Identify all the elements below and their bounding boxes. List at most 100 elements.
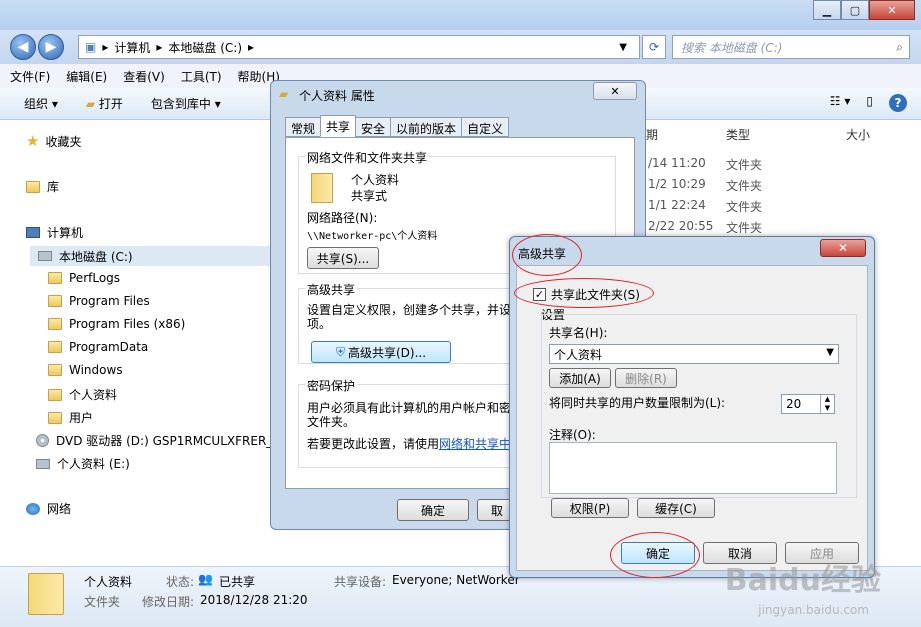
breadcrumb-local-disk[interactable]: 本地磁盘 (C:) <box>168 39 242 56</box>
row-type: 文件夹 <box>726 179 763 193</box>
cache-button[interactable]: 缓存(C) <box>637 498 715 518</box>
tab-general[interactable]: 常规 <box>285 117 322 137</box>
table-row[interactable]: 1/1 22:24 文件夹 <box>648 198 762 214</box>
advanced-sharing-button[interactable]: ⛨ 高级共享(D)... <box>311 341 451 363</box>
advanced-description-2: 项。 <box>307 317 332 331</box>
help-icon[interactable]: ? <box>889 94 907 112</box>
address-sep-icon: ▸ <box>248 40 255 54</box>
close-button[interactable]: ✕ <box>869 0 915 20</box>
view-options-icon[interactable]: ☷ ▾ <box>830 94 851 112</box>
details-state-value: 已共享 <box>219 575 256 589</box>
computer-icon: ▣ <box>85 40 97 54</box>
nav-local-disk[interactable]: 本地磁盘 (C:) <box>30 246 270 266</box>
minimize-button[interactable]: ▁ <box>813 0 841 20</box>
tab-customize[interactable]: 自定义 <box>461 117 510 137</box>
comment-field[interactable] <box>549 442 837 494</box>
table-row[interactable]: 1/2 10:29 文件夹 <box>648 177 762 193</box>
advanced-description: 设置自定义权限，创建多个共享，并设 <box>307 303 512 317</box>
advanced-sharing-body: ✓ 共享此文件夹(S) 设置 共享名(H): 个人资料 ▼ 添加(A) 删除(R… <box>516 265 868 571</box>
folder-icon <box>48 364 62 376</box>
advanced-sharing-label: 高级共享(D)... <box>347 345 427 360</box>
column-type[interactable]: 类型 <box>726 126 750 143</box>
nav-network[interactable]: 网络 <box>26 500 71 517</box>
details-modified-value: 2018/12/28 21:20 <box>200 593 308 607</box>
search-placeholder: 搜索 本地磁盘 (C:) <box>681 40 783 55</box>
share-name-select[interactable]: 个人资料 ▼ <box>549 344 839 364</box>
star-icon: ★ <box>26 132 40 150</box>
nav-folder-program-files-x86[interactable]: Program Files (x86) <box>48 317 185 331</box>
column-size[interactable]: 大小 <box>846 126 870 143</box>
table-row[interactable]: /14 11:20 文件夹 <box>648 156 762 172</box>
nav-folder-users[interactable]: 用户 <box>48 409 93 426</box>
network-icon <box>26 502 40 515</box>
maximize-button[interactable]: ▢ <box>841 0 869 20</box>
tab-security[interactable]: 安全 <box>355 117 392 137</box>
advanced-sharing-title: 高级共享 <box>518 247 567 261</box>
spin-arrows-icon[interactable]: ▲ ▼ <box>820 395 834 413</box>
nav-drive-e[interactable]: 个人资料 (E:) <box>36 455 130 472</box>
folder-icon: ▰ <box>279 87 289 101</box>
nav-dvd-drive[interactable]: DVD 驱动器 (D:) GSP1RMCULXFRER_C <box>36 432 281 449</box>
open-button[interactable]: ▰ 打开 <box>86 95 123 112</box>
chevron-down-icon[interactable]: ▼ <box>619 42 627 53</box>
drive-icon <box>36 458 50 469</box>
ok-button[interactable]: 确定 <box>397 499 469 521</box>
column-date[interactable]: 期 <box>646 126 658 143</box>
user-limit-stepper[interactable]: 20 ▲ ▼ <box>781 394 835 414</box>
window-controls: ▁ ▢ ✕ <box>813 0 915 20</box>
nav-libraries-label: 库 <box>47 180 60 194</box>
permissions-button[interactable]: 权限(P) <box>551 498 629 518</box>
nav-libraries[interactable]: 库 <box>26 178 59 195</box>
search-input[interactable]: 搜索 本地磁盘 (C:) ⌕ <box>672 35 910 59</box>
menu-edit[interactable]: 编辑(E) <box>66 68 107 85</box>
preview-pane-icon[interactable]: ▯ <box>866 94 873 112</box>
nav-computer[interactable]: 计算机 <box>26 224 83 241</box>
details-share-value: Everyone; NetWorker <box>392 573 520 587</box>
folder-label: Windows <box>69 363 123 377</box>
network-sharing-center-link[interactable]: 网络和共享中 <box>439 437 511 451</box>
open-label: 打开 <box>98 97 123 111</box>
details-share-label: 共享设备: <box>334 575 387 589</box>
nav-favorites[interactable]: ★ 收藏夹 <box>26 132 81 150</box>
password-description-2: 文件夹。 <box>307 415 356 429</box>
nav-folder-perflogs[interactable]: PerfLogs <box>48 271 120 285</box>
menu-file[interactable]: 文件(F) <box>10 68 50 85</box>
organize-button[interactable]: 组织 ▾ <box>24 95 58 112</box>
nav-folder-windows[interactable]: Windows <box>48 363 123 377</box>
remove-button[interactable]: 删除(R) <box>615 368 677 388</box>
ok-button[interactable]: 确定 <box>621 542 695 564</box>
add-button[interactable]: 添加(A) <box>549 368 611 388</box>
share-folder-checkbox[interactable]: ✓ 共享此文件夹(S) <box>533 286 640 303</box>
share-folder-label: 共享此文件夹(S) <box>551 288 640 302</box>
tab-previous-versions[interactable]: 以前的版本 <box>390 117 463 137</box>
details-state-label: 状态: <box>166 575 195 589</box>
refresh-button[interactable]: ⟳ <box>642 35 666 59</box>
change-setting-prefix: 若要更改此设置，请使用 <box>307 437 440 451</box>
nav-folder-program-files[interactable]: Program Files <box>48 294 150 308</box>
share-button[interactable]: 共享(S)... <box>307 247 379 269</box>
back-button[interactable]: ◀ <box>10 34 36 60</box>
nav-folder-programdata[interactable]: ProgramData <box>48 340 148 354</box>
breadcrumb-computer[interactable]: 计算机 <box>114 39 150 56</box>
close-button[interactable]: ✕ <box>593 82 637 100</box>
folder-icon <box>48 318 62 330</box>
dvd-icon <box>36 434 49 447</box>
nav-local-disk-label: 本地磁盘 (C:) <box>59 249 133 264</box>
menu-view[interactable]: 查看(V) <box>123 68 165 85</box>
network-path: \\Networker-pc\个人资料 <box>307 231 438 242</box>
forward-button[interactable]: ▶ <box>38 34 64 60</box>
navigation-pane: ★ 收藏夹 库 计算机 本地磁盘 (C:) PerfLogs Program F… <box>0 120 281 566</box>
nav-folder-personal[interactable]: 个人资料 <box>48 386 117 403</box>
folder-name: 个人资料 <box>351 173 400 187</box>
close-button[interactable]: ✕ <box>820 239 866 257</box>
address-bar[interactable]: ▣ ▸ 计算机 ▸ 本地磁盘 (C:) ▸ ▼ <box>78 35 640 59</box>
include-library-button[interactable]: 包含到库中 ▾ <box>151 95 221 112</box>
table-row[interactable]: 2/22 20:55 文件夹 <box>648 219 762 235</box>
share-name-value: 个人资料 <box>554 347 603 362</box>
tab-sharing[interactable]: 共享 <box>320 115 357 137</box>
row-type: 文件夹 <box>726 221 763 235</box>
folder-icon <box>48 411 62 424</box>
properties-title: 个人资料 属性 <box>299 89 375 103</box>
folder-icon <box>48 272 62 284</box>
menu-tools[interactable]: 工具(T) <box>181 68 222 85</box>
